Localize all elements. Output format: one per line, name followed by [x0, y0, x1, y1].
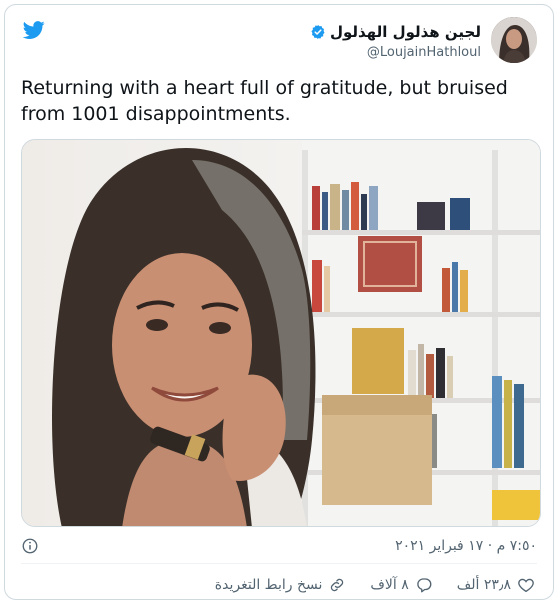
user-handle[interactable]: @LoujainHathloul	[310, 45, 481, 60]
like-button[interactable]: ٢٣٫٨ ألف	[457, 576, 535, 594]
copy-link-label: نسخ رابط التغريدة	[214, 577, 323, 593]
tweet-actions: ٢٣٫٨ ألف ٨ آلاف نسخ رابط التغريدة	[215, 573, 535, 597]
avatar[interactable]	[491, 17, 537, 63]
link-icon	[331, 578, 344, 592]
timestamp-row: ٧:٥٠ م · ١٧ فبراير ٢٠٢١	[21, 535, 537, 557]
like-count: ٢٣٫٨ ألف	[456, 577, 511, 593]
reply-icon	[417, 578, 432, 593]
photo-illustration	[22, 140, 540, 526]
heart-icon	[518, 578, 534, 593]
tweet-card: لجين هذلول الهذلول @LoujainHathloul Retu…	[4, 4, 554, 600]
author-block: لجين هذلول الهذلول @LoujainHathloul	[310, 23, 481, 60]
reply-count: ٨ آلاف	[370, 577, 409, 593]
reply-button[interactable]: ٨ آلاف	[370, 576, 432, 594]
tweet-text: Returning with a heart full of gratitude…	[21, 77, 508, 125]
tweet-timestamp[interactable]: ٧:٥٠ م · ١٧ فبراير ٢٠٢١	[395, 538, 537, 554]
copy-link-button[interactable]: نسخ رابط التغريدة	[215, 576, 347, 594]
verified-badge-icon	[311, 25, 325, 39]
divider	[21, 563, 537, 564]
tweet-photo[interactable]	[21, 139, 541, 527]
avatar-portrait	[491, 17, 537, 63]
info-icon[interactable]	[21, 537, 39, 555]
display-name[interactable]: لجين هذلول الهذلول	[330, 23, 481, 41]
twitter-bird-icon[interactable]	[21, 19, 47, 41]
